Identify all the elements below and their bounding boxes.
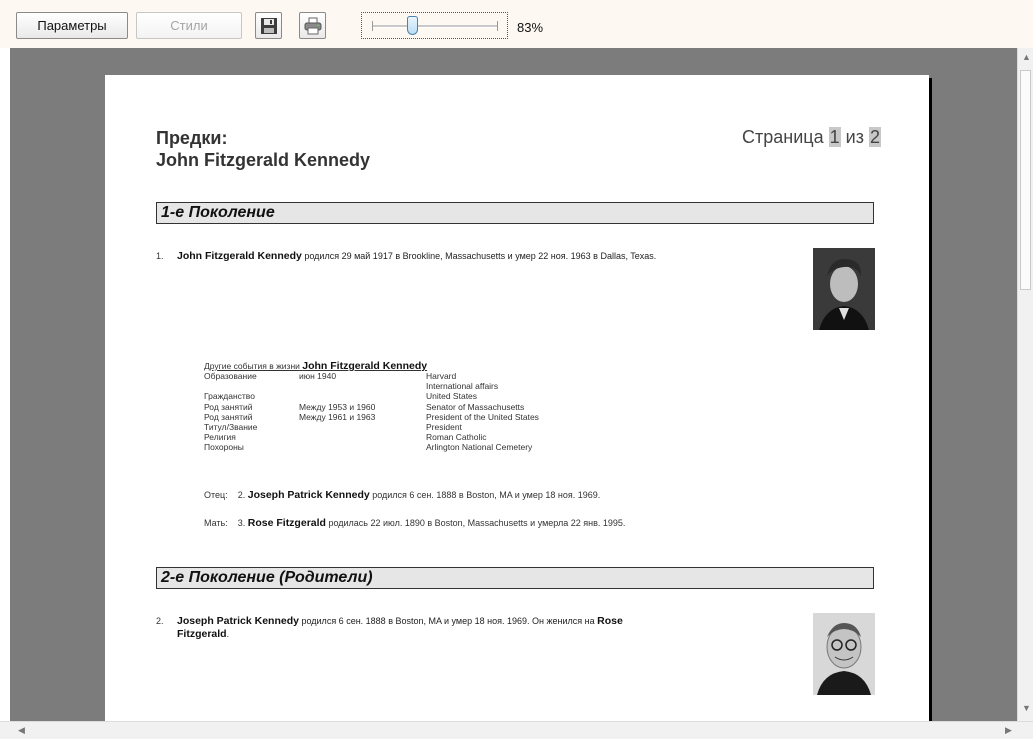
event-desc: President of the United States	[426, 411, 539, 422]
portrait-photo-joseph	[813, 613, 875, 695]
page-current: 1	[828, 127, 841, 147]
portrait-photo-jfk	[813, 248, 875, 330]
page-of: из	[845, 127, 864, 147]
mother-number: 3.	[237, 518, 246, 528]
printer-icon	[304, 17, 322, 35]
event-row: Род занятий Между 1961 и 1963 President of…	[204, 411, 539, 422]
scroll-right-arrow-icon[interactable]: ▶	[1005, 725, 1012, 736]
mother-label: Мать:	[204, 518, 228, 528]
entry-tail: .	[226, 629, 230, 639]
events-title-prefix: Другие события в жизни	[204, 361, 303, 371]
father-name[interactable]: Joseph Patrick Kennedy	[248, 489, 370, 501]
page-prefix: Страница	[742, 127, 824, 147]
event-row: Гражданство United States	[204, 391, 477, 402]
zoom-slider[interactable]	[361, 12, 508, 39]
event-desc: Harvard	[426, 371, 457, 381]
event-type: Род занятий	[204, 401, 253, 412]
scroll-up-arrow-icon[interactable]: ▲	[1022, 52, 1031, 62]
toolbar: Параметры Стили 83%	[0, 0, 1033, 48]
event-row: Титул/Звание President	[204, 421, 462, 432]
event-date: Между 1953 и 1960	[299, 401, 376, 412]
event-type: Образование	[204, 371, 257, 381]
other-events: Другие события в жизни John Fitzgerald K…	[204, 360, 539, 453]
person-entry: Joseph Patrick Kennedy родился 6 сен. 18…	[177, 615, 747, 641]
floppy-disk-icon	[261, 18, 277, 34]
entry-number: 1.	[156, 251, 164, 261]
event-type: Род занятий	[204, 411, 253, 422]
event-desc: President	[426, 421, 462, 432]
event-row: International affairs	[204, 381, 498, 391]
zoom-tick	[497, 21, 498, 31]
person-name[interactable]: Joseph Patrick Kennedy	[177, 615, 299, 627]
event-desc: Arlington National Cemetery	[426, 442, 533, 453]
mother-summary: родилась 22 июл. 1890 в Boston, Massachu…	[325, 518, 626, 528]
event-date: Между 1961 и 1963	[299, 411, 376, 422]
event-type: Похороны	[204, 442, 244, 453]
report-viewer: Предки: John Fitzgerald Kennedy Страница…	[10, 48, 1017, 721]
scroll-down-arrow-icon[interactable]: ▼	[1022, 703, 1031, 713]
event-type: Религия	[204, 432, 236, 443]
entry-number: 2.	[156, 616, 164, 626]
person-summary: родился 6 сен. 1888 в Boston, MA и умер …	[298, 616, 598, 626]
zoom-tick	[372, 21, 373, 31]
styles-button[interactable]: Стили	[136, 12, 242, 39]
event-row: Образование июн 1940 Harvard	[204, 371, 456, 381]
father-summary: родился 6 сен. 1888 в Boston, MA и умер …	[369, 490, 601, 500]
person-name[interactable]: John Fitzgerald Kennedy	[177, 250, 302, 262]
event-desc: International affairs	[426, 381, 499, 392]
report-page: Предки: John Fitzgerald Kennedy Страница…	[105, 75, 929, 721]
vertical-scrollbar[interactable]: ▲ ▼	[1017, 48, 1033, 721]
horizontal-scrollbar[interactable]: ◀ ▶	[0, 721, 1033, 739]
father-line: Отец: 2. Joseph Patrick Kennedy родился …	[204, 489, 600, 501]
event-desc: United States	[426, 391, 478, 402]
events-list: Образование июн 1940 Harvard International …	[204, 371, 539, 453]
title-line-2: John Fitzgerald Kennedy	[156, 150, 371, 170]
event-date: июн 1940	[299, 371, 337, 381]
event-row: Религия Roman Catholic	[204, 432, 486, 443]
page-title: Предки: John Fitzgerald Kennedy	[156, 127, 370, 171]
generation-1-header: 1-е Поколение	[156, 202, 874, 224]
mother-line: Мать: 3. Rose Fitzgerald родилась 22 июл…	[204, 517, 625, 529]
event-desc: Senator of Massachusetts	[426, 401, 525, 412]
events-title: Другие события в жизни John Fitzgerald K…	[204, 360, 427, 372]
scroll-left-arrow-icon[interactable]: ◀	[18, 725, 25, 736]
generation-2-header: 2-е Поколение (Родители)	[156, 567, 874, 589]
event-type: Гражданство	[204, 391, 255, 402]
vertical-scroll-thumb[interactable]	[1020, 70, 1031, 290]
parameters-button[interactable]: Параметры	[16, 12, 128, 39]
event-type: Титул/Звание	[204, 421, 258, 432]
event-row: Род занятий Между 1953 и 1960 Senator of M…	[204, 401, 524, 412]
zoom-thumb[interactable]	[407, 16, 418, 35]
zoom-track	[372, 25, 497, 28]
spouse-name-line-2[interactable]: Fitzgerald	[177, 628, 227, 640]
father-label: Отец:	[204, 490, 228, 500]
title-line-1: Предки:	[156, 128, 228, 148]
page-number: Страница 1 из 2	[742, 127, 881, 148]
person-summary: родился 29 май 1917 в Brookline, Massach…	[301, 251, 657, 261]
event-desc: Roman Catholic	[426, 432, 487, 443]
father-number: 2.	[237, 490, 246, 500]
print-button[interactable]	[299, 12, 326, 39]
page-total: 2	[868, 127, 881, 147]
spouse-name[interactable]: Rose	[597, 615, 623, 627]
event-row: Похороны Arlington National Cemetery	[204, 442, 532, 453]
zoom-value: 83%	[517, 20, 544, 35]
mother-name[interactable]: Rose Fitzgerald	[248, 517, 326, 529]
person-entry: John Fitzgerald Kennedy родился 29 май 1…	[177, 250, 797, 262]
save-button[interactable]	[255, 12, 282, 39]
